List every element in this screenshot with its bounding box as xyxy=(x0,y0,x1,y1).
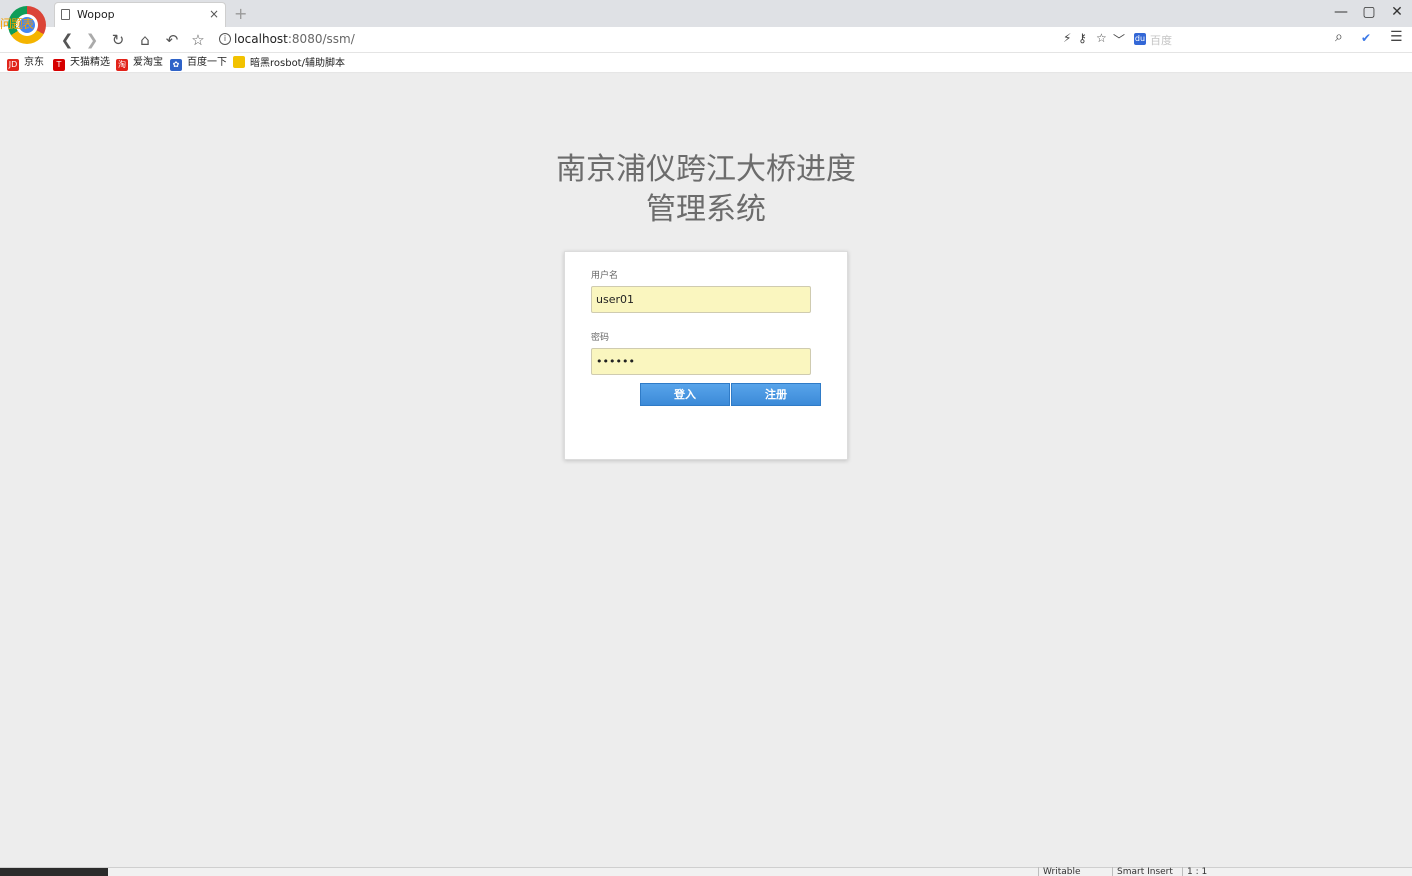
bookmark-star-icon[interactable]: ☆ xyxy=(1096,31,1107,45)
url-host: localhost xyxy=(234,32,288,46)
username-label: 用户名 xyxy=(591,271,619,281)
password-label: 密码 xyxy=(591,333,610,343)
register-button[interactable]: 注册 xyxy=(731,383,821,406)
key-icon[interactable]: ⚷ xyxy=(1078,31,1087,45)
extension-icon[interactable]: ✔ xyxy=(1361,31,1371,45)
tab-close-icon[interactable]: × xyxy=(209,7,219,21)
bookmark-label: 京东 xyxy=(24,57,44,68)
status-bar: Writable Smart Insert 1 : 1 xyxy=(0,867,1412,876)
bookmark-label: 百度一下 xyxy=(187,57,227,68)
bookmark-label: 暗黑rosbot/辅助脚本 xyxy=(250,58,345,69)
bookmark-rosbot[interactable]: 暗黑rosbot/辅助脚本 xyxy=(233,56,345,70)
minimize-icon[interactable]: — xyxy=(1327,2,1355,22)
navigation-toolbar: ❮ ❯ ↻ ⌂ ↶ ☆ i localhost:8080/ssm/ ⚡ ⚷ ☆ … xyxy=(0,27,1412,53)
title-line-2: 管理系统 xyxy=(646,192,766,227)
bookmark-label: 爱淘宝 xyxy=(133,57,163,68)
page-icon xyxy=(61,9,70,20)
search-engine-icon[interactable]: du xyxy=(1134,33,1146,45)
search-input[interactable] xyxy=(1150,30,1330,50)
bookmarks-bar: JD 京东 T 天猫精选 淘爱淘宝 ✿ 百度一下 暗黑rosbot/辅助脚本 xyxy=(0,53,1412,73)
maximize-icon[interactable]: ▢ xyxy=(1355,2,1383,22)
page-title: 南京浦仪跨江大桥进度 管理系统 xyxy=(506,150,906,230)
status-insert-mode: Smart Insert xyxy=(1112,867,1173,876)
new-tab-icon[interactable]: + xyxy=(234,4,247,23)
address-bar[interactable]: localhost:8080/ssm/ xyxy=(234,32,355,46)
taobao-icon: 淘 xyxy=(116,59,128,71)
flash-icon[interactable]: ⚡ xyxy=(1063,31,1071,45)
forward-icon[interactable]: ❯ xyxy=(82,30,102,50)
bookmark-jd[interactable]: JD 京东 xyxy=(7,56,44,71)
tab-title: Wopop xyxy=(77,8,115,21)
bookmark-aitaobao[interactable]: 淘爱淘宝 xyxy=(116,56,163,71)
status-writable: Writable xyxy=(1038,867,1081,876)
bookmark-baidu[interactable]: ✿ 百度一下 xyxy=(170,56,227,71)
site-info-icon[interactable]: i xyxy=(219,33,231,45)
browser-tab[interactable]: Wopop × xyxy=(54,2,226,27)
chevron-down-icon[interactable]: ﹀ xyxy=(1113,31,1125,48)
menu-icon[interactable]: ☰ xyxy=(1390,29,1403,45)
tab-strip: Wopop × + — ▢ ✕ xyxy=(0,0,1412,27)
page-content: 南京浦仪跨江大桥进度 管理系统 用户名 密码 登入 注册 xyxy=(0,74,1412,867)
username-input[interactable] xyxy=(591,286,811,313)
bookmark-label: 天猫精选 xyxy=(70,57,110,68)
baidu-icon: ✿ xyxy=(170,59,182,71)
logo-overlay-text: 问题表 xyxy=(0,17,34,31)
password-input[interactable] xyxy=(591,348,811,375)
back-icon[interactable]: ❮ xyxy=(57,30,77,50)
status-bar-dark-segment xyxy=(0,868,108,876)
url-path: :8080/ssm/ xyxy=(287,32,355,46)
home-icon[interactable]: ⌂ xyxy=(135,30,155,50)
login-card: 用户名 密码 登入 注册 xyxy=(564,251,848,460)
folder-icon xyxy=(233,56,245,68)
close-window-icon[interactable]: ✕ xyxy=(1383,2,1411,22)
tmall-icon: T xyxy=(53,59,65,71)
status-position: 1 : 1 xyxy=(1182,867,1207,876)
login-button[interactable]: 登入 xyxy=(640,383,730,406)
favorite-icon[interactable]: ☆ xyxy=(188,30,208,50)
jd-icon: JD xyxy=(7,59,19,71)
search-icon[interactable]: ⌕ xyxy=(1335,29,1343,45)
undo-icon[interactable]: ↶ xyxy=(162,30,182,50)
title-line-1: 南京浦仪跨江大桥进度 xyxy=(556,152,856,187)
reload-icon[interactable]: ↻ xyxy=(108,30,128,50)
bookmark-tmall[interactable]: T 天猫精选 xyxy=(53,56,110,71)
